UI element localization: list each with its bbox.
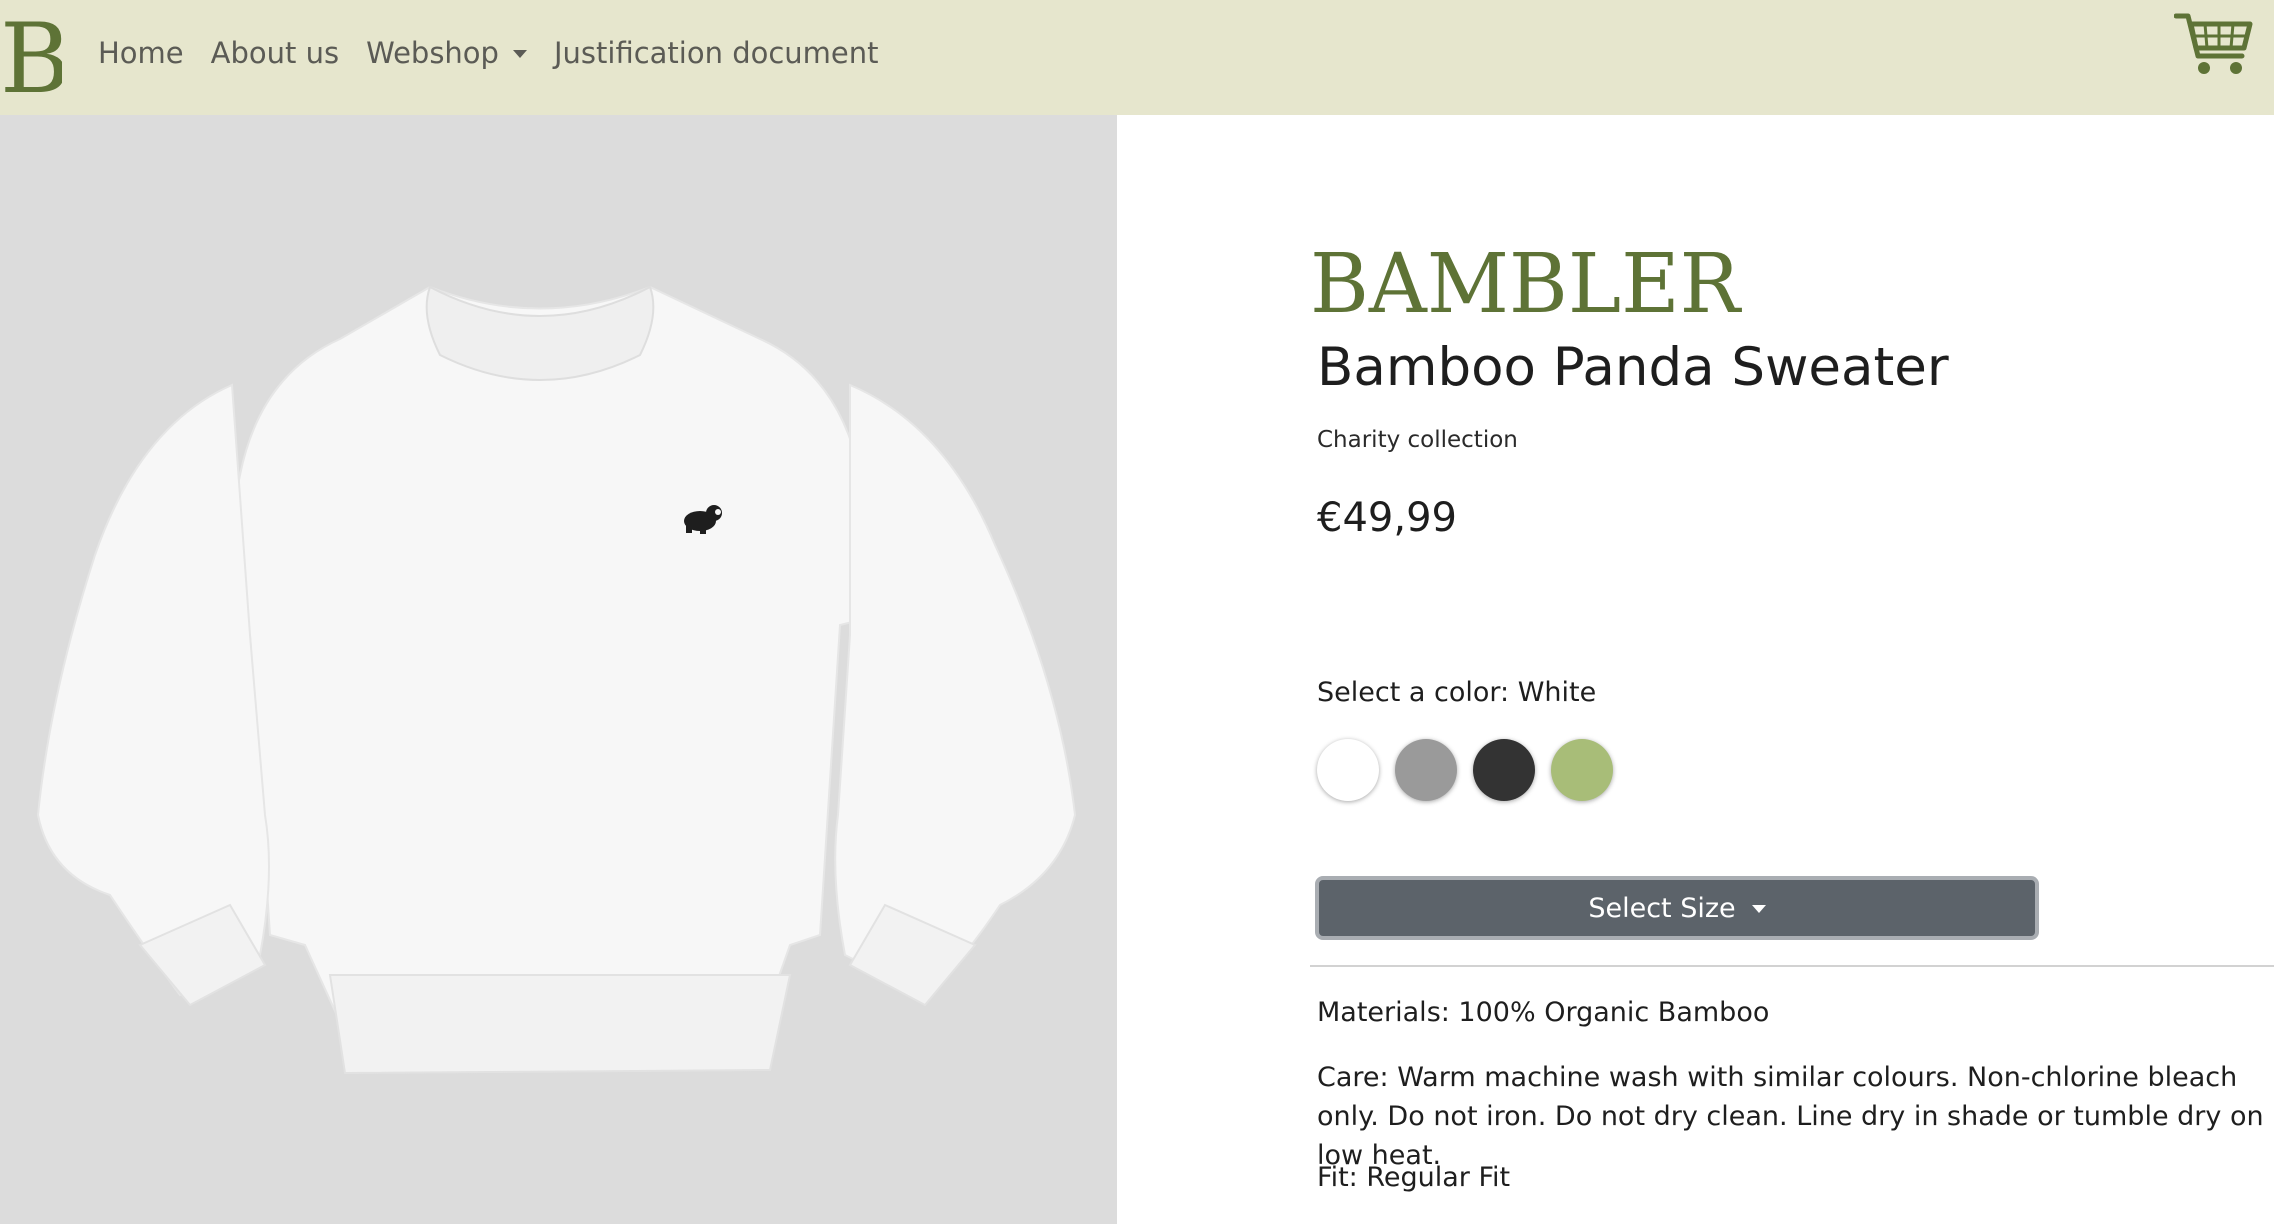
- collection-label: Charity collection: [1317, 427, 1518, 453]
- select-size-button[interactable]: Select Size: [1315, 876, 2039, 940]
- color-swatch-black[interactable]: [1473, 739, 1535, 801]
- color-swatch-green[interactable]: [1551, 739, 1613, 801]
- chevron-down-icon: [512, 49, 527, 58]
- fit-text: Fit: Regular Fit: [1317, 1162, 1511, 1193]
- nav-links: Home About us Webshop Justification docu…: [98, 0, 906, 105]
- sweater-illustration: [36, 285, 1077, 1075]
- cart-icon[interactable]: [2174, 10, 2254, 80]
- nav-webshop-dropdown[interactable]: Webshop: [366, 36, 527, 70]
- color-label: Select a color: White: [1317, 677, 1597, 708]
- color-swatch-white[interactable]: [1317, 739, 1379, 801]
- svg-text:BAMBLER: BAMBLER: [1310, 237, 1742, 328]
- product-price: €49,99: [1317, 495, 1457, 541]
- nav-justification-link[interactable]: Justification document: [554, 36, 879, 70]
- product-image: [0, 115, 1117, 1224]
- brand-logo[interactable]: B: [0, 10, 62, 102]
- color-swatches: [1317, 739, 1629, 801]
- materials-text: Materials: 100% Organic Bamboo: [1317, 997, 1770, 1028]
- divider: [1310, 965, 2274, 967]
- nav-about-link[interactable]: About us: [211, 36, 339, 70]
- chevron-down-icon: [1751, 905, 1766, 913]
- product-title: Bamboo Panda Sweater: [1317, 337, 1949, 398]
- svg-text:B: B: [0, 10, 62, 102]
- nav-home-link[interactable]: Home: [98, 36, 184, 70]
- navbar: B Home About us Webshop Justification do…: [0, 0, 2274, 115]
- color-swatch-grey[interactable]: [1395, 739, 1457, 801]
- product-details: BAMBLER Bamboo Panda Sweater Charity col…: [1117, 115, 2274, 1224]
- brand-wordmark: BAMBLER: [1310, 237, 1742, 328]
- select-size-label: Select Size: [1588, 892, 1736, 924]
